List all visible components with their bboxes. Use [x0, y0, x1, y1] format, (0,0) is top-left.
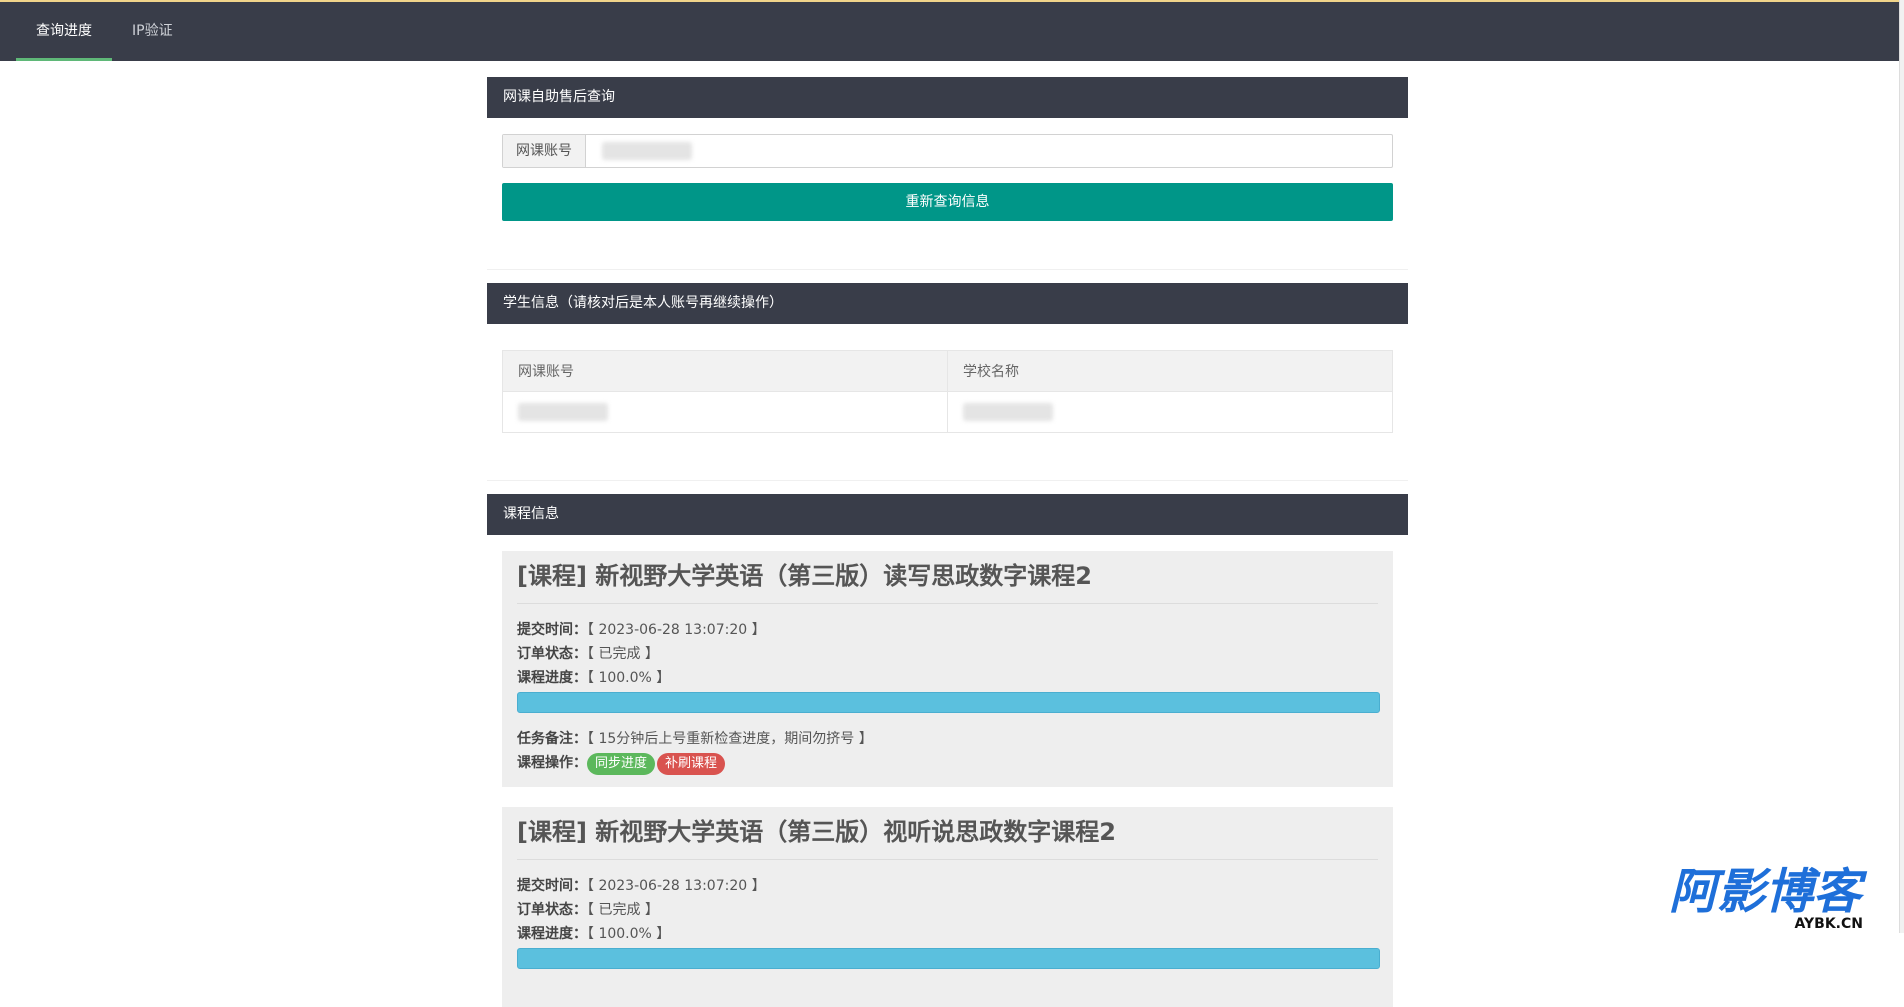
- student-panel-title: 学生信息（请核对后是本人账号再继续操作）: [487, 283, 1408, 324]
- course-panel-title: 课程信息: [487, 494, 1408, 535]
- progress-row: 课程进度：【 100.0% 】: [517, 666, 1378, 690]
- progress-row: 课程进度：【 100.0% 】: [517, 922, 1378, 946]
- note-label: 任务备注：: [517, 731, 587, 747]
- status-row: 订单状态：【 已完成 】: [517, 898, 1378, 922]
- status-label: 订单状态：: [517, 646, 587, 662]
- progress-label: 课程进度：: [517, 670, 587, 686]
- divider: [487, 480, 1408, 481]
- query-panel-title: 网课自助售后查询: [487, 77, 1408, 118]
- submit-time-value: 【 2023-06-28 13:07:20 】: [587, 622, 766, 638]
- submit-time-row: 提交时间：【 2023-06-28 13:07:20 】: [517, 874, 1378, 898]
- sync-progress-button[interactable]: 同步进度: [587, 753, 656, 775]
- course-title: [课程] 新视野大学英语（第三版）视听说思政数字课程2: [517, 815, 1378, 860]
- note-row: 任务备注：【 15分钟后上号重新检查进度，期间勿挤号 】: [517, 727, 1378, 751]
- watermark-text: 阿影博客: [1669, 866, 1868, 920]
- top-nav-bar: 查询进度 IP验证: [0, 0, 1900, 61]
- page-scrollbar[interactable]: [1899, 0, 1904, 933]
- course-card: [课程] 新视野大学英语（第三版）视听说思政数字课程2 提交时间：【 2023-…: [502, 807, 1393, 1007]
- redacted-school: [963, 403, 1053, 421]
- header-account: 网课账号: [502, 350, 948, 392]
- main-container: 网课自助售后查询 网课账号 重新查询信息 学生信息（请核对后是本人账号再继续操作…: [487, 77, 1408, 1007]
- watermark-sub: AYBK.CN: [1795, 916, 1863, 932]
- tab-ip-verify[interactable]: IP验证: [132, 2, 173, 61]
- requery-button[interactable]: 重新查询信息: [502, 183, 1393, 221]
- status-value: 【 已完成 】: [587, 902, 659, 918]
- active-tab-indicator: [16, 58, 112, 61]
- redacted-account-value: [602, 142, 692, 160]
- submit-time-label: 提交时间：: [517, 878, 587, 894]
- course-panel-body: [课程] 新视野大学英语（第三版）读写思政数字课程2 提交时间：【 2023-0…: [487, 551, 1408, 1007]
- progress-value: 【 100.0% 】: [587, 926, 671, 942]
- ops-label: 课程操作：: [517, 755, 587, 771]
- progress-bar: [517, 692, 1380, 713]
- progress-bar: [517, 948, 1380, 969]
- divider: [487, 269, 1408, 270]
- ops-row: 课程操作： 同步进度 补刷课程: [517, 751, 1378, 775]
- progress-value: 【 100.0% 】: [587, 670, 671, 686]
- account-input-label: 网课账号: [503, 135, 586, 167]
- submit-time-value: 【 2023-06-28 13:07:20 】: [587, 878, 766, 894]
- table-row: [502, 391, 1393, 433]
- progress-label: 课程进度：: [517, 926, 587, 942]
- account-input-group: 网课账号: [502, 134, 1393, 168]
- aybk-watermark-logo: 阿影博客 AYBK.CN: [1669, 866, 1868, 932]
- student-info-table: 网课账号 学校名称: [502, 350, 1393, 433]
- tab-query-progress[interactable]: 查询进度: [36, 2, 92, 61]
- redacted-account: [518, 403, 608, 421]
- status-row: 订单状态：【 已完成 】: [517, 642, 1378, 666]
- status-value: 【 已完成 】: [587, 646, 659, 662]
- course-title: [课程] 新视野大学英语（第三版）读写思政数字课程2: [517, 559, 1378, 604]
- resupplement-course-button[interactable]: 补刷课程: [657, 753, 726, 775]
- header-school: 学校名称: [947, 350, 1393, 392]
- submit-time-row: 提交时间：【 2023-06-28 13:07:20 】: [517, 618, 1378, 642]
- cell-school: [947, 391, 1393, 433]
- query-panel-body: 网课账号 重新查询信息: [487, 134, 1408, 269]
- submit-time-label: 提交时间：: [517, 622, 587, 638]
- status-label: 订单状态：: [517, 902, 587, 918]
- note-value: 【 15分钟后上号重新检查进度，期间勿挤号 】: [587, 731, 873, 747]
- account-input-field[interactable]: [586, 135, 1392, 167]
- cell-account: [502, 391, 948, 433]
- course-card: [课程] 新视野大学英语（第三版）读写思政数字课程2 提交时间：【 2023-0…: [502, 551, 1393, 787]
- student-panel-body: 网课账号 学校名称: [487, 350, 1408, 480]
